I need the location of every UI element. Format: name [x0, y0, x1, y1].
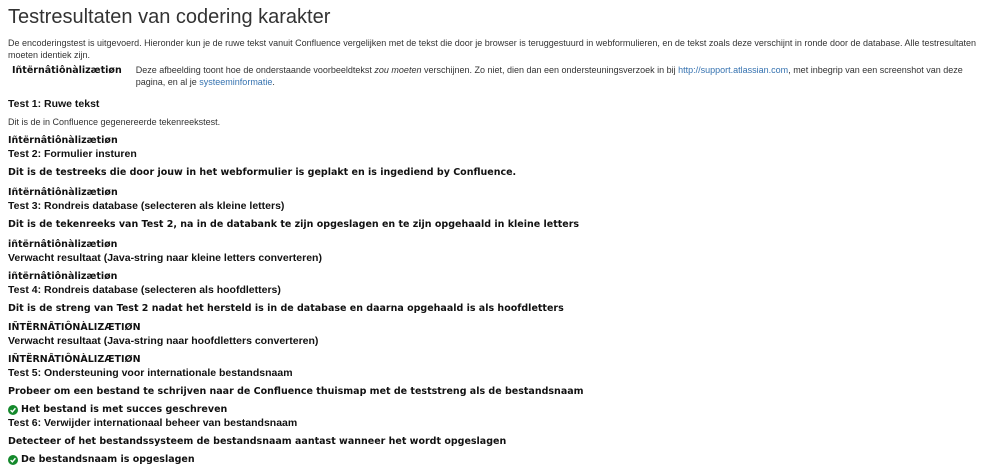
- intro-text: De encoderingstest is uitgevoerd. Hieron…: [8, 38, 977, 60]
- test5-result: Het bestand is met succes geschreven: [8, 404, 990, 416]
- test2-value: Iñtërnâtiônàlizætiøn: [8, 187, 118, 198]
- page-title: Testresultaten van codering karakter: [8, 6, 331, 28]
- test4-expected-title: Verwacht resultaat (Java-string naar hoo…: [8, 335, 319, 347]
- test3-value: iñtërnâtiônàlizætiøn: [8, 239, 118, 250]
- page: Testresultaten van codering karakter De …: [0, 0, 998, 466]
- test1-title: Test 1: Ruwe tekst: [8, 98, 100, 110]
- test4-expected-value: IÑTËRNÂTIÔNÀLIZÆTIØN: [8, 354, 141, 365]
- test6-result: De bestandsnaam is opgeslagen: [8, 454, 990, 466]
- test5-description: Probeer om een bestand te schrijven naar…: [8, 386, 584, 397]
- test2-title: Test 2: Formulier insturen: [8, 148, 137, 160]
- test6-description: Detecteer of het bestandssysteem de best…: [8, 436, 507, 447]
- test6-title: Test 6: Verwijder internationaal beheer …: [8, 417, 298, 429]
- success-check-icon: [8, 455, 18, 465]
- sample-description: Deze afbeelding toont hoe de onderstaand…: [135, 65, 963, 87]
- test4-title: Test 4: Rondreis database (selecteren al…: [8, 284, 281, 296]
- sample-row: Iñtërnâtiônàlizætiøn Deze afbeelding too…: [8, 64, 990, 88]
- test6-result-text: De bestandsnaam is opgeslagen: [21, 454, 195, 465]
- test3-expected-title: Verwacht resultaat (Java-string naar kle…: [8, 252, 322, 264]
- support-link[interactable]: http://support.atlassian.com: [678, 65, 788, 75]
- test1-description: Dit is de in Confluence gegenereerde tek…: [8, 117, 221, 127]
- system-info-link[interactable]: systeeminformatie: [199, 77, 272, 87]
- test3-expected-value: iñtërnâtiônàlizætiøn: [8, 271, 118, 282]
- test2-description: Dit is de testreeks die door jouw in het…: [8, 167, 517, 178]
- test5-title: Test 5: Ondersteuning voor international…: [8, 367, 293, 379]
- test4-description: Dit is de streng van Test 2 nadat het he…: [8, 303, 564, 314]
- test3-title: Test 3: Rondreis database (selecteren al…: [8, 200, 285, 212]
- test3-description: Dit is de tekenreeks van Test 2, na in d…: [8, 219, 580, 230]
- test4-value: IÑTËRNÂTIÔNÀLIZÆTIØN: [8, 322, 141, 333]
- success-check-icon: [8, 405, 18, 415]
- test5-result-text: Het bestand is met succes geschreven: [21, 404, 228, 415]
- test1-value: Iñtërnâtiônàlizætiøn: [8, 135, 118, 146]
- sample-image: Iñtërnâtiônàlizætiøn: [12, 65, 122, 76]
